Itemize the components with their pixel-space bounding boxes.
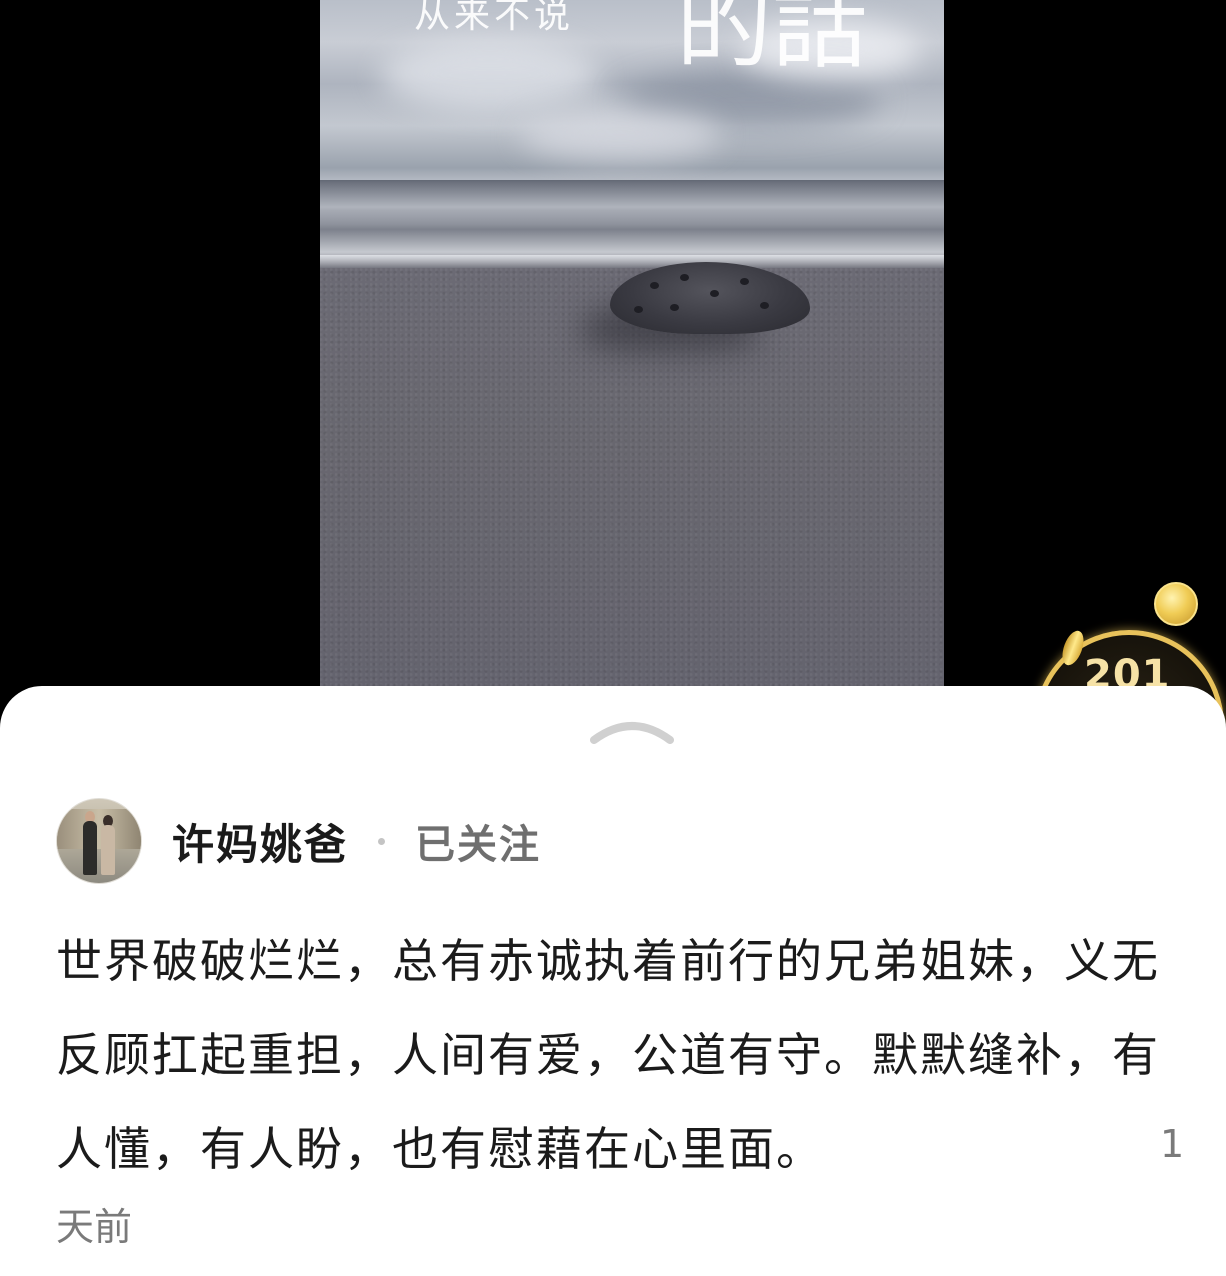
author-row: 许妈姚爸 已关注 xyxy=(56,798,541,884)
rock-pit xyxy=(670,304,679,311)
chevron-up-icon[interactable] xyxy=(590,716,674,744)
avatar-figure xyxy=(83,821,97,875)
separator-dot xyxy=(378,837,386,845)
cloud xyxy=(380,40,600,110)
rock-pit xyxy=(634,306,643,313)
post-image[interactable]: 从来不说 的話 xyxy=(320,0,944,700)
avatar-background xyxy=(57,809,141,849)
rock-pit xyxy=(760,302,769,309)
follow-status-button[interactable]: 已关注 xyxy=(415,812,541,870)
post-time-number: 1 xyxy=(1160,1122,1185,1166)
rock-pit xyxy=(710,290,719,297)
image-caption-small: 从来不说 xyxy=(414,0,575,36)
screen: 从来不说 的話 201 许妈姚爸 已关注 世界破破烂烂，总有赤诚执着前行的兄弟姐… xyxy=(0,0,1226,1276)
avatar[interactable] xyxy=(56,798,142,884)
post-time: 天前 xyxy=(56,1205,133,1249)
cloud xyxy=(520,110,720,160)
rock-pit xyxy=(740,278,749,285)
image-caption-large: 的話 xyxy=(676,0,868,82)
post-text: 世界破破烂烂，总有赤诚执着前行的兄弟姐妹，义无反顾扛起重担，人间有爱，公道有守。… xyxy=(56,934,1160,1176)
post-detail-sheet: 许妈姚爸 已关注 世界破破烂烂，总有赤诚执着前行的兄弟姐妹，义无反顾扛起重担，人… xyxy=(0,686,1226,1276)
shoreline xyxy=(320,255,944,269)
avatar-figure xyxy=(101,825,115,875)
coin-icon xyxy=(1154,582,1198,626)
author-name[interactable]: 许妈姚爸 xyxy=(172,811,348,872)
sand xyxy=(320,268,944,700)
rock-pit xyxy=(650,282,659,289)
rock-pit xyxy=(680,274,689,281)
